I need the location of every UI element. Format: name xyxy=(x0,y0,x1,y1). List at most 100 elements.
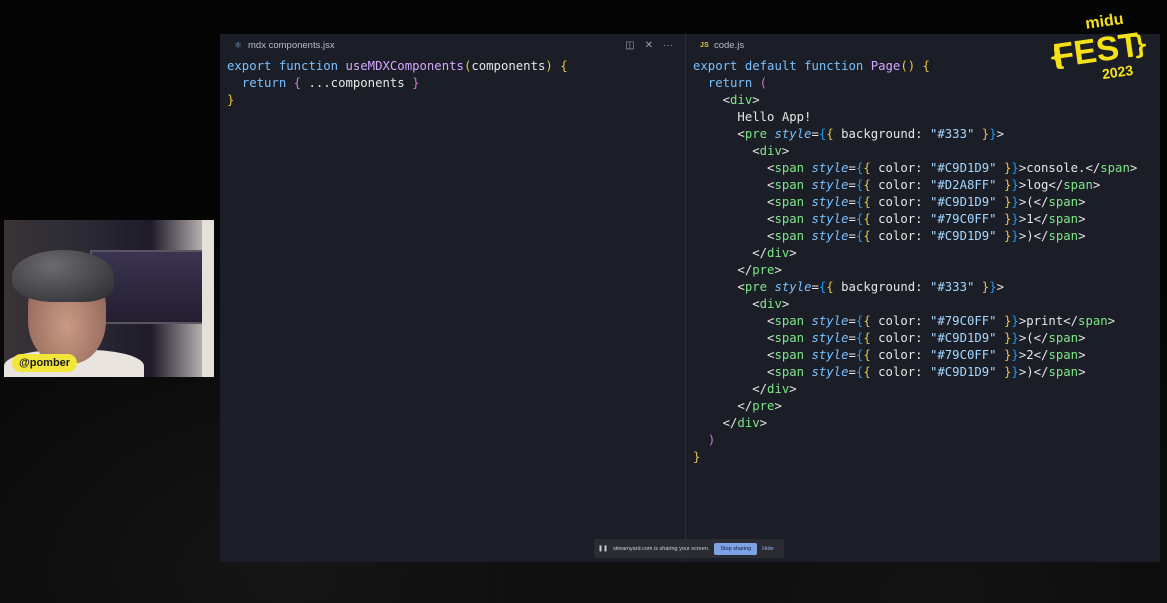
code-token: } xyxy=(1011,229,1019,243)
code-token: ...components xyxy=(301,76,413,90)
code-token: { xyxy=(863,348,871,362)
code-line: <span style={{ color: "#79C0FF" }}>1</sp… xyxy=(693,211,1137,228)
speaker-name-badge: @pomber xyxy=(12,354,78,372)
code-token: } xyxy=(1011,195,1019,209)
code-token: } xyxy=(1011,178,1019,192)
code-token: span xyxy=(1048,348,1079,362)
code-token: div xyxy=(759,297,782,311)
code-token: { xyxy=(863,331,871,345)
code-token: "#79C0FF" xyxy=(929,212,997,226)
code-token: = xyxy=(848,178,856,192)
mdx-file-icon: ⚛ xyxy=(234,40,243,50)
code-token: pre xyxy=(744,280,775,294)
code-token: "#333" xyxy=(929,127,975,141)
code-token: span xyxy=(1100,161,1130,175)
code-token: return xyxy=(707,76,760,90)
code-token: > xyxy=(781,144,790,158)
code-token: < xyxy=(693,161,775,175)
code-token: div xyxy=(730,93,753,107)
code-token: > xyxy=(752,93,760,107)
logo-bracket-right: } xyxy=(1130,30,1150,62)
tab-mdx-components[interactable]: ⚛ mdx components.jsx xyxy=(220,34,345,57)
code-token: color: xyxy=(870,212,930,226)
code-token: style xyxy=(811,348,849,362)
code-token: < xyxy=(693,229,775,243)
code-token: function xyxy=(804,59,871,73)
code-token: div xyxy=(767,382,790,396)
stop-sharing-button[interactable]: Stop sharing xyxy=(714,542,758,555)
code-token: "#C9D1D9" xyxy=(929,365,997,379)
code-token: >print</ xyxy=(1018,314,1079,328)
code-token: Hello App! xyxy=(693,110,812,124)
pause-icon[interactable]: ❚❚ xyxy=(598,545,608,552)
code-token: useMDXComponents xyxy=(345,59,464,73)
code-token: < xyxy=(693,280,745,294)
code-token: < xyxy=(693,314,775,328)
code-token: >console.</ xyxy=(1018,161,1101,175)
code-content-left[interactable]: export function useMDXComponents(compone… xyxy=(227,58,568,109)
code-token: } xyxy=(227,93,235,107)
code-token: color: xyxy=(870,161,930,175)
code-token: < xyxy=(693,348,775,362)
code-token: style xyxy=(774,127,812,141)
more-actions-icon[interactable]: ··· xyxy=(663,40,673,51)
code-token: { xyxy=(863,365,871,379)
code-token: < xyxy=(693,365,775,379)
code-token: < xyxy=(693,93,731,107)
code-token: = xyxy=(848,229,856,243)
midufest-logo: midu { FEST } 2023 xyxy=(1047,11,1150,82)
code-token: >(</ xyxy=(1018,195,1049,209)
code-line: <div> xyxy=(693,92,1137,109)
code-token: style xyxy=(811,178,849,192)
hide-button[interactable]: Hide xyxy=(762,546,773,552)
code-token: </ xyxy=(693,416,738,430)
webcam-wall xyxy=(202,220,214,377)
code-token: "#79C0FF" xyxy=(929,314,997,328)
code-line: </div> xyxy=(693,415,1137,432)
code-token: = xyxy=(848,195,856,209)
tab-label: code.js xyxy=(713,40,745,51)
logo-year: 2023 xyxy=(1101,62,1134,82)
code-line: </pre> xyxy=(693,262,1137,279)
code-token: > xyxy=(759,416,768,430)
code-line: <span style={{ color: "#C9D1D9" }}>(</sp… xyxy=(693,194,1137,211)
code-token: > xyxy=(996,127,1004,141)
code-token: >2</ xyxy=(1018,348,1049,362)
code-token: = xyxy=(848,331,856,345)
tab-code-js[interactable]: JS code.js xyxy=(686,34,754,57)
share-message: streamyard.com is sharing your screen. xyxy=(613,545,710,552)
code-token: } xyxy=(989,127,997,141)
code-token: color: xyxy=(870,314,930,328)
code-token: } xyxy=(1011,314,1019,328)
code-line: return { ...components } xyxy=(227,75,568,92)
code-token: style xyxy=(811,195,849,209)
code-token: { xyxy=(826,280,834,294)
code-token: >log</ xyxy=(1018,178,1064,192)
code-token: "#D2A8FF" xyxy=(929,178,997,192)
code-token: = xyxy=(848,314,856,328)
code-token: Page xyxy=(870,59,901,73)
code-line: </div> xyxy=(693,381,1137,398)
code-token: { xyxy=(863,195,871,209)
code-line: } xyxy=(227,92,568,109)
code-line: <pre style={{ background: "#333" }}> xyxy=(693,126,1137,143)
code-token: pre xyxy=(752,263,775,277)
code-token: } xyxy=(412,76,420,90)
code-token: span xyxy=(1048,229,1079,243)
code-token: > xyxy=(1078,348,1086,362)
code-content-right[interactable]: export default function Page() { return … xyxy=(693,58,1137,466)
code-line: <span style={{ color: "#C9D1D9" }}>)</sp… xyxy=(693,364,1137,381)
code-token: > xyxy=(781,297,790,311)
code-token: = xyxy=(811,280,819,294)
split-editor-icon[interactable]: ◫ xyxy=(625,40,634,51)
screen-share-bar: ❚❚ streamyard.com is sharing your screen… xyxy=(594,539,784,558)
code-token: span xyxy=(774,348,812,362)
code-token: style xyxy=(811,331,849,345)
code-line: <span style={{ color: "#C9D1D9" }}>conso… xyxy=(693,160,1137,177)
close-icon[interactable]: ✕ xyxy=(645,40,653,51)
